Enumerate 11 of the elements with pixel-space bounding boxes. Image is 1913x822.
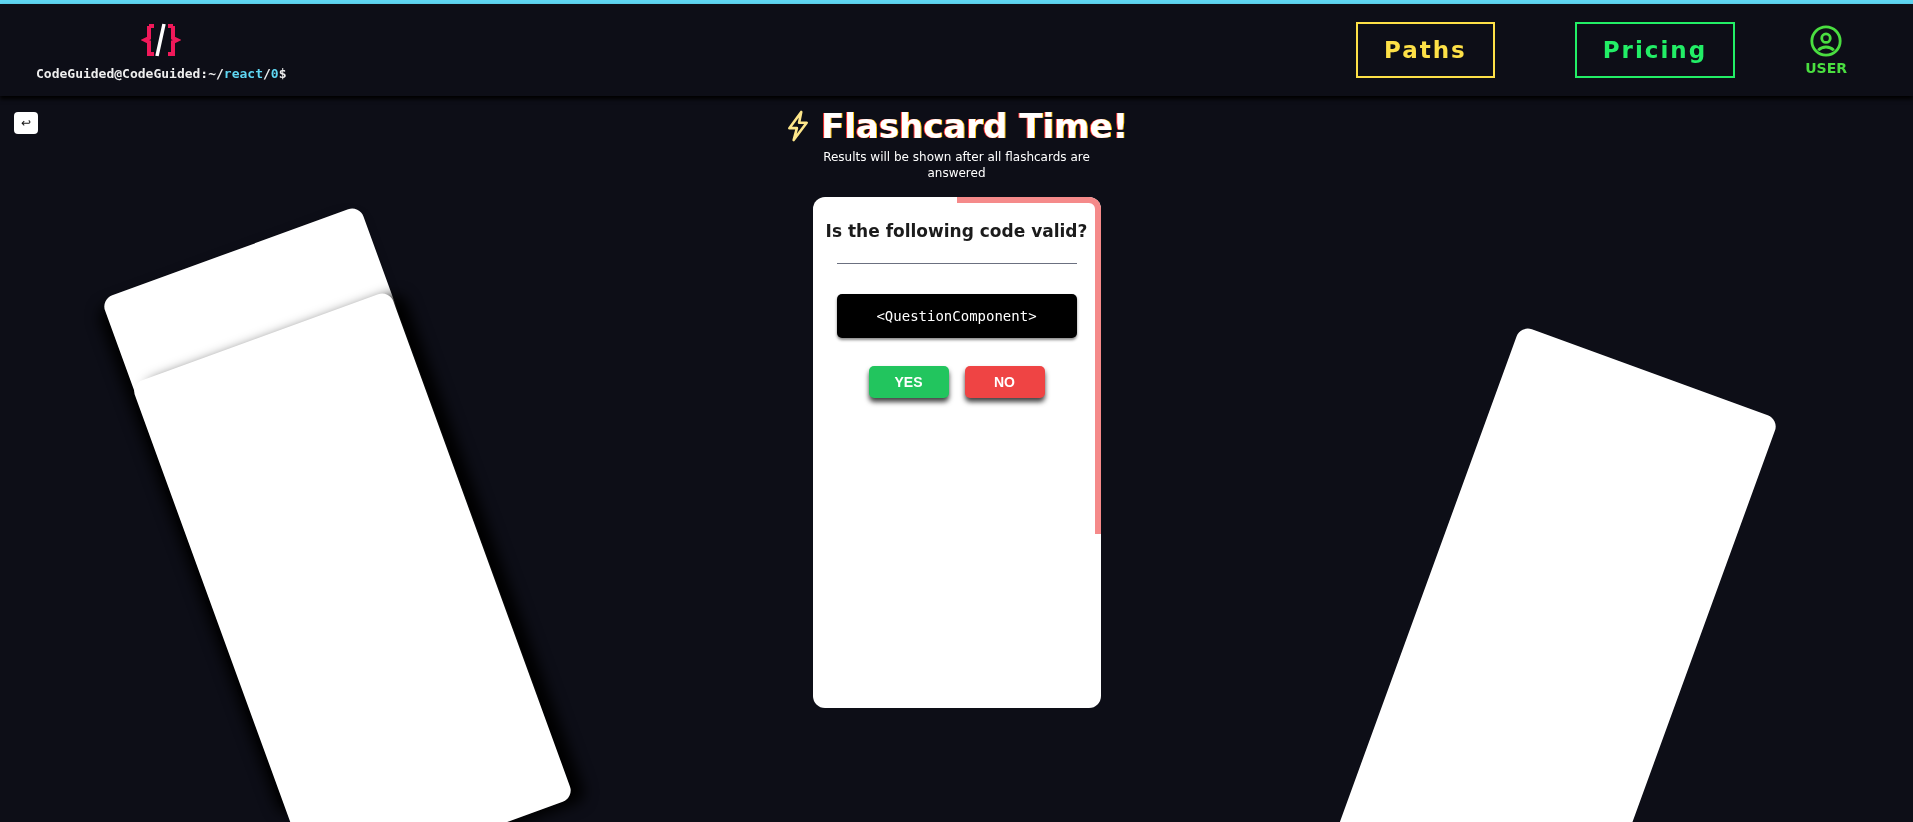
code-snippet: <QuestionComponent>	[836, 294, 1077, 339]
subtitle: Results will be shown after all flashcards are answered	[822, 150, 1091, 182]
question-text: Is the following code valid?	[825, 221, 1088, 242]
user-icon	[1809, 24, 1844, 58]
terminal-prompt: CodeGuided@CodeGuided:~/react/0$	[36, 65, 287, 81]
nav-link[interactable]: Paths	[1355, 22, 1495, 78]
answer-button[interactable]: NO	[964, 366, 1045, 399]
page-title: Flashcard Time!	[820, 106, 1129, 146]
back-button[interactable]: ↩	[14, 112, 38, 134]
user-link[interactable]: USER	[1805, 24, 1847, 76]
nav-link[interactable]: Pricing	[1574, 22, 1736, 78]
